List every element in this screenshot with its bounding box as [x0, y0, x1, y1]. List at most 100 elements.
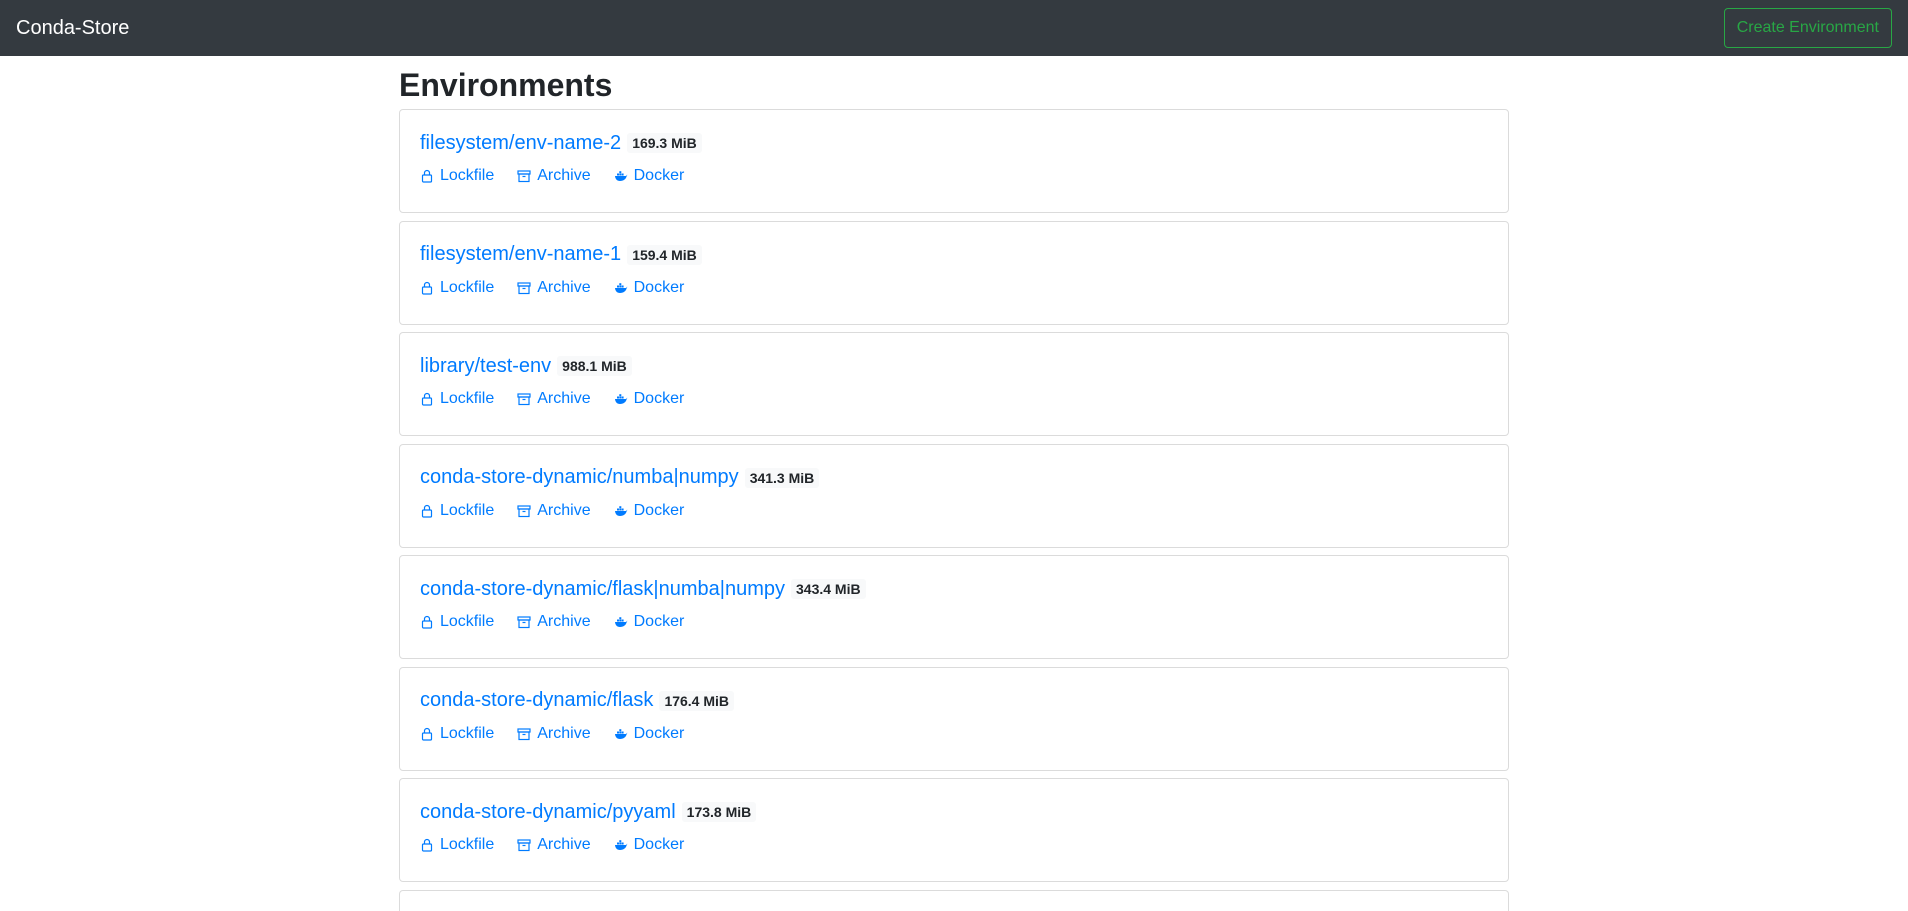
- environment-size-badge: 343.4 MiB: [791, 579, 866, 599]
- environment-size-badge: 176.4 MiB: [659, 690, 735, 711]
- environment-name-link[interactable]: filesystem/env-name-1: [420, 243, 621, 266]
- archive-link[interactable]: Archive: [517, 836, 591, 854]
- lockfile-link-label: Lockfile: [440, 724, 495, 742]
- lock-icon: [421, 838, 433, 852]
- lock-icon: [421, 281, 433, 295]
- archive-box-icon: [517, 616, 531, 629]
- environment-card: filesystem/env-name-1 159.4 MiB Lockfile…: [399, 220, 1509, 325]
- lock-icon: [421, 392, 433, 406]
- docker-link-label: Docker: [633, 278, 685, 296]
- lockfile-link[interactable]: Lockfile: [420, 725, 494, 743]
- lock-icon: [421, 504, 433, 518]
- environment-header: conda-store-dynamic/flask 176.4 MiB: [420, 688, 1488, 714]
- environment-card: library/test-env 988.1 MiB Lockfile Arch…: [399, 332, 1509, 436]
- environment-card: [399, 889, 1509, 911]
- archive-link-label: Archive: [537, 724, 591, 742]
- top-navbar: Conda-Store Create Environment: [0, 0, 1908, 56]
- environment-size-badge: 988.1 MiB: [557, 356, 632, 376]
- environment-links: Lockfile Archive Docker: [420, 389, 1488, 409]
- docker-link[interactable]: Docker: [614, 613, 685, 631]
- archive-link-label: Archive: [537, 390, 591, 407]
- docker-link[interactable]: Docker: [614, 278, 685, 297]
- archive-link[interactable]: Archive: [517, 501, 591, 520]
- docker-link[interactable]: Docker: [614, 501, 685, 520]
- brand-link[interactable]: Conda-Store: [16, 17, 129, 40]
- lock-icon: [421, 727, 433, 741]
- environment-header: library/test-env 988.1 MiB: [420, 353, 1488, 379]
- environment-card: conda-store-dynamic/flask 176.4 MiB Lock…: [399, 666, 1509, 771]
- archive-link[interactable]: Archive: [517, 390, 591, 408]
- archive-box-icon: [517, 281, 531, 294]
- lockfile-link[interactable]: Lockfile: [420, 167, 494, 185]
- archive-link-label: Archive: [537, 278, 591, 296]
- archive-link-label: Archive: [537, 613, 591, 630]
- archive-box-icon: [517, 504, 531, 517]
- environment-name-link[interactable]: conda-store-dynamic/pyyaml: [420, 801, 676, 824]
- archive-link[interactable]: Archive: [517, 278, 591, 297]
- environment-name-link[interactable]: conda-store-dynamic/flask|numba|numpy: [420, 578, 785, 601]
- lockfile-link-label: Lockfile: [440, 390, 495, 407]
- archive-link[interactable]: Archive: [517, 724, 591, 743]
- environment-header: conda-store-dynamic/flask|numba|numpy 34…: [420, 576, 1488, 602]
- docker-link[interactable]: Docker: [614, 724, 685, 743]
- lockfile-link-label: Lockfile: [440, 167, 495, 184]
- environment-links: Lockfile Archive Docker: [420, 501, 1488, 521]
- docker-link[interactable]: Docker: [614, 390, 684, 408]
- environment-list: filesystem/env-name-2 169.3 MiB Lockfile…: [399, 109, 1509, 911]
- lockfile-link[interactable]: Lockfile: [420, 836, 494, 854]
- docker-link-label: Docker: [633, 613, 685, 630]
- environment-card: conda-store-dynamic/numba|numpy 341.3 Mi…: [399, 443, 1509, 548]
- archive-link[interactable]: Archive: [517, 613, 591, 631]
- docker-link-label: Docker: [633, 501, 685, 519]
- lockfile-link-label: Lockfile: [440, 278, 495, 296]
- archive-link-label: Archive: [537, 501, 591, 519]
- environment-links: Lockfile Archive Docker: [420, 835, 1488, 855]
- docker-link-label: Docker: [633, 724, 685, 742]
- docker-whale-icon: [614, 394, 627, 404]
- lockfile-link[interactable]: Lockfile: [420, 279, 494, 297]
- docker-link-label: Docker: [633, 167, 685, 184]
- docker-link[interactable]: Docker: [614, 167, 685, 185]
- environment-size-badge: 169.3 MiB: [627, 133, 702, 153]
- page-title: Environments: [399, 67, 613, 103]
- lockfile-link[interactable]: Lockfile: [420, 502, 494, 520]
- docker-whale-icon: [614, 840, 627, 850]
- environment-links: Lockfile Archive Docker: [420, 166, 1488, 186]
- environment-card: conda-store-dynamic/flask|numba|numpy 34…: [399, 555, 1509, 659]
- environment-card: conda-store-dynamic/pyyaml 173.8 MiB Loc…: [399, 778, 1509, 882]
- docker-whale-icon: [614, 728, 627, 739]
- archive-link[interactable]: Archive: [517, 167, 591, 185]
- archive-box-icon: [517, 727, 531, 740]
- docker-link[interactable]: Docker: [614, 836, 684, 854]
- environment-header: conda-store-dynamic/numba|numpy 341.3 Mi…: [420, 465, 1488, 491]
- environment-name-link[interactable]: filesystem/env-name-2: [420, 132, 621, 155]
- environment-links: Lockfile Archive Docker: [420, 278, 1488, 298]
- lockfile-link-label: Lockfile: [440, 836, 495, 853]
- archive-link-label: Archive: [537, 836, 591, 853]
- lock-icon: [421, 615, 433, 629]
- docker-whale-icon: [614, 617, 627, 627]
- environment-size-badge: 173.8 MiB: [681, 802, 757, 822]
- archive-box-icon: [517, 393, 531, 406]
- environment-name-link[interactable]: library/test-env: [420, 355, 551, 378]
- environment-header: filesystem/env-name-2 169.3 MiB: [420, 130, 1488, 156]
- lock-icon: [421, 169, 433, 183]
- environment-name-link[interactable]: conda-store-dynamic/flask: [420, 689, 653, 712]
- main-content: Environments filesystem/env-name-2 169.3…: [399, 66, 1509, 911]
- docker-whale-icon: [614, 171, 627, 181]
- environment-size-badge: 159.4 MiB: [627, 244, 702, 265]
- lockfile-link-label: Lockfile: [440, 613, 495, 630]
- docker-whale-icon: [614, 505, 627, 516]
- environment-name-link[interactable]: conda-store-dynamic/numba|numpy: [420, 466, 739, 489]
- lockfile-link-label: Lockfile: [440, 501, 495, 519]
- environment-links: Lockfile Archive Docker: [420, 612, 1488, 632]
- create-environment-button[interactable]: Create Environment: [1723, 8, 1892, 48]
- environment-size-badge: 341.3 MiB: [744, 467, 820, 488]
- docker-whale-icon: [614, 282, 627, 293]
- environment-card: filesystem/env-name-2 169.3 MiB Lockfile…: [399, 109, 1509, 213]
- environment-links: Lockfile Archive Docker: [420, 724, 1488, 744]
- lockfile-link[interactable]: Lockfile: [420, 390, 494, 408]
- archive-box-icon: [517, 839, 531, 852]
- lockfile-link[interactable]: Lockfile: [420, 613, 494, 631]
- archive-box-icon: [517, 170, 531, 183]
